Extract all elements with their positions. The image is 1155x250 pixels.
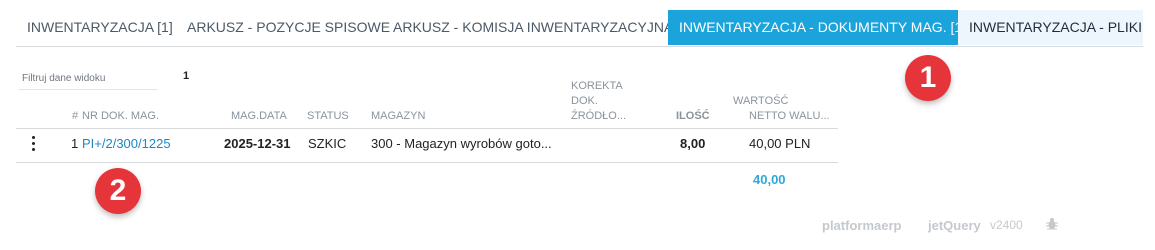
header-num: # (72, 110, 79, 122)
row-number: 1 (71, 136, 79, 151)
header-correction-line2[interactable]: DOK. (571, 95, 598, 108)
row-warehouse: 300 - Magazyn wyrobów goto... (371, 136, 552, 151)
footer-version: v2400 (990, 218, 1023, 232)
annotation-marker-1: 1 (905, 55, 951, 101)
header-doc-number[interactable]: NR DOK. MAG. (82, 110, 159, 123)
row-mag-date: 2025-12-31 (224, 136, 291, 151)
row-value: 40,00 PLN (749, 136, 811, 151)
row-divider (16, 162, 838, 163)
tab-bar: INWENTARYZACJA [1] ARKUSZ - POZYCJE SPIS… (16, 10, 1143, 47)
header-warehouse[interactable]: MAGAZYN (371, 110, 425, 123)
header-value-line1[interactable]: WARTOŚĆ (733, 95, 788, 108)
total-value: 40,00 (753, 172, 786, 187)
header-status[interactable]: STATUS (307, 110, 349, 123)
footer-brand: platformaerp (822, 218, 902, 233)
header-correction-line1[interactable]: KOREKTA (571, 80, 623, 93)
row-status: SZKIC (308, 136, 347, 151)
bug-icon[interactable] (1046, 216, 1058, 232)
header-quantity[interactable]: ILOŚĆ (676, 110, 710, 123)
footer-jetquery: jetQuery (928, 218, 981, 233)
header-divider (16, 128, 838, 129)
tab-inwentaryzacja[interactable]: INWENTARYZACJA [1] (16, 10, 176, 45)
tab-pliki[interactable]: INWENTARYZACJA - PLIKI (958, 10, 1143, 45)
header-value-line2[interactable]: NETTO WALU... (749, 110, 830, 123)
header-correction-line3[interactable]: ŹRÓDŁO... (571, 110, 626, 123)
tab-arkusz-pozycje[interactable]: ARKUSZ - POZYCJE SPISOWE (176, 10, 390, 45)
row-menu-icon[interactable] (30, 136, 36, 152)
header-mag-date[interactable]: MAG.DATA (231, 110, 287, 123)
tab-arkusz-komisja[interactable]: ARKUSZ - KOMISJA INWENTARYZACYJNA (382, 10, 673, 45)
row-doc-number-link[interactable]: PI+/2/300/1225 (82, 136, 171, 152)
documents-grid: # NR DOK. MAG. MAG.DATA STATUS MAGAZYN K… (16, 80, 838, 187)
row-quantity: 8,00 (680, 136, 706, 151)
annotation-marker-2: 2 (95, 168, 141, 214)
tab-dokumenty-mag[interactable]: INWENTARYZACJA - DOKUMENTY MAG. [1] (668, 10, 966, 45)
